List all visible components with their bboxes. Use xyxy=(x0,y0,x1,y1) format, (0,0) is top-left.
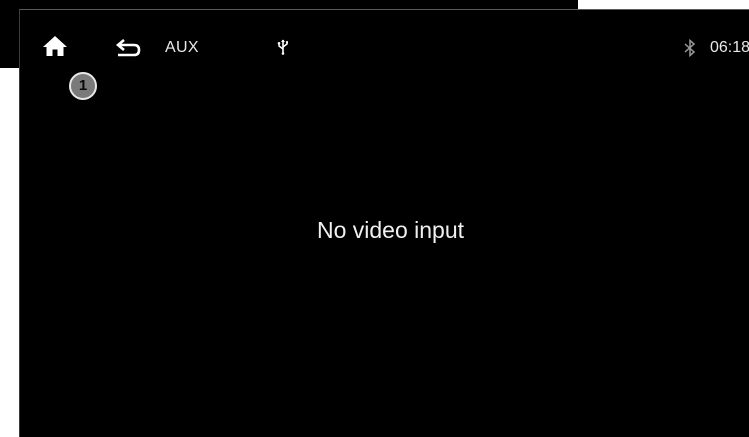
clock: 06:18 xyxy=(710,39,749,56)
back-arrow-icon xyxy=(115,39,141,57)
source-label: AUX xyxy=(165,39,199,56)
left-frame-block xyxy=(0,0,20,68)
usb-icon xyxy=(276,39,290,55)
home-icon xyxy=(43,36,67,56)
bluetooth-icon xyxy=(684,38,696,58)
callout-badge: 1 xyxy=(69,72,97,100)
head-unit-screen: AUX 06:18 1 No video input xyxy=(19,9,749,437)
top-frame-band xyxy=(0,0,578,9)
page: AUX 06:18 1 No video input xyxy=(0,0,749,437)
back-button[interactable] xyxy=(115,37,143,59)
status-bar: AUX 06:18 xyxy=(20,10,749,66)
home-button[interactable] xyxy=(41,34,69,58)
no-video-message: No video input xyxy=(316,217,465,243)
